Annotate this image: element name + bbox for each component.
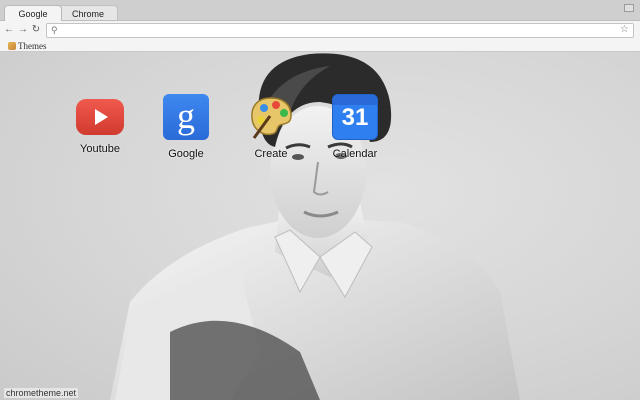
app-label: Create — [254, 148, 288, 160]
google-g-icon: g — [163, 94, 209, 140]
forward-button[interactable]: → — [18, 24, 28, 36]
toolbar: ← → ↻ ⚲ ☆ — [0, 20, 640, 39]
footer-credit[interactable]: chrometheme.net — [4, 388, 79, 398]
app-label: Calendar — [332, 148, 378, 160]
arrow-right-icon: → — [18, 24, 28, 35]
bookmark-themes[interactable]: Themes — [8, 40, 47, 51]
window-control-icon[interactable] — [624, 4, 634, 12]
tab-label: Google — [18, 9, 48, 19]
reload-button[interactable]: ↻ — [31, 24, 41, 36]
tab-label: Chrome — [71, 9, 104, 19]
app-youtube[interactable]: Youtube — [65, 94, 135, 155]
app-create[interactable]: Create — [236, 94, 306, 160]
app-label: Youtube — [80, 143, 120, 155]
tab-google[interactable]: Google — [4, 5, 62, 21]
calendar-icon: 31 — [332, 94, 378, 140]
google-g-glyph: g — [177, 96, 195, 136]
star-icon[interactable]: ☆ — [620, 24, 629, 35]
app-calendar[interactable]: 31 Calendar — [320, 94, 390, 160]
omnibox[interactable]: ⚲ ☆ — [46, 23, 634, 38]
footer: chrometheme.net — [0, 386, 640, 400]
calendar-day: 31 — [341, 104, 369, 131]
back-button[interactable]: ← — [4, 24, 14, 36]
tab-chrome[interactable]: Chrome — [58, 5, 118, 21]
themes-icon — [8, 41, 16, 50]
bookmark-label: Themes — [18, 40, 47, 51]
app-label: Google — [168, 148, 204, 160]
youtube-icon — [76, 99, 124, 135]
app-google[interactable]: g Google — [151, 94, 221, 160]
palette-icon — [248, 94, 294, 140]
new-tab-page: Youtube g Google Create 31 Calendar chro… — [0, 52, 640, 400]
tab-strip: Google Chrome — [0, 0, 640, 21]
reload-icon: ↻ — [31, 24, 41, 35]
magnifier-icon: ⚲ — [51, 25, 58, 35]
bookmarks-bar: Themes — [0, 39, 640, 52]
arrow-left-icon: ← — [4, 24, 14, 35]
